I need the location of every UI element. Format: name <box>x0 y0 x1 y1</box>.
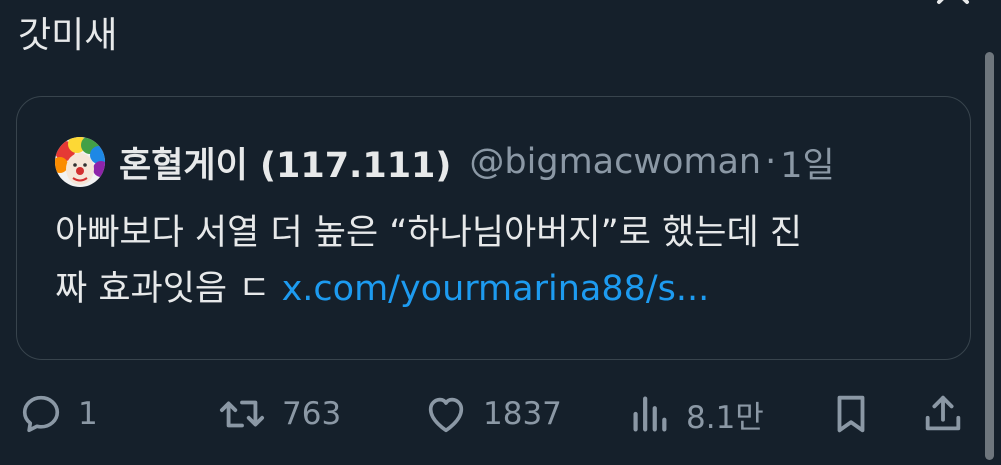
heart-icon <box>428 397 464 433</box>
reply-bubble-icon <box>22 395 60 433</box>
bookmark-icon <box>837 395 865 433</box>
tweet-action-bar: 1 763 1837 8.1만 <box>0 384 1001 444</box>
retweet-button[interactable]: 763 <box>216 384 341 444</box>
quoted-tweet-header: 혼혈게이 (117.111) @bigmacwoman · 1일 <box>55 135 835 189</box>
quoted-tweet-body: 아빠보다 서열 더 높은 “하나님아버지”로 했는데 진 짜 효과잇음 ㄷ x.… <box>55 205 955 317</box>
quoted-author-handle[interactable]: @bigmacwoman <box>469 142 761 182</box>
scrollbar[interactable] <box>985 52 994 460</box>
views-count: 8.1만 <box>686 399 764 436</box>
bar-chart-icon <box>633 396 667 432</box>
views-button[interactable]: 8.1만 <box>626 384 764 444</box>
tweet-detail-view: 갓미새 혼혈게이 (117.111) @bigmacwoman · 1일 아빠보… <box>0 0 1001 465</box>
quoted-body-line-1: 아빠보다 서열 더 높은 “하나님아버지”로 했는데 진 <box>55 213 803 253</box>
quoted-author-name[interactable]: 혼혈게이 (117.111) <box>119 137 451 188</box>
avatar[interactable] <box>55 137 105 187</box>
share-icon <box>925 395 961 431</box>
like-button[interactable]: 1837 <box>423 384 562 444</box>
like-count: 1837 <box>483 396 562 432</box>
bookmark-button[interactable] <box>828 384 874 444</box>
quoted-tweet-link[interactable]: x.com/yourmarina88/s... <box>282 269 710 309</box>
share-button[interactable] <box>920 384 966 444</box>
quoted-body-line-2: 짜 효과잇음 ㄷ x.com/yourmarina88/s... <box>55 261 955 317</box>
tweet-text: 갓미새 <box>18 15 118 56</box>
retweet-count: 763 <box>282 396 342 432</box>
retweet-icon <box>219 400 265 428</box>
quoted-body-line-2-text: 짜 효과잇음 ㄷ <box>55 269 282 309</box>
reply-count: 1 <box>78 396 98 432</box>
separator-dot: · <box>765 142 777 182</box>
clown-avatar-icon <box>55 137 105 187</box>
reply-button[interactable]: 1 <box>18 384 98 444</box>
close-icon[interactable] <box>933 0 973 8</box>
quoted-tweet-time[interactable]: 1일 <box>780 137 834 188</box>
quoted-tweet-card[interactable]: 혼혈게이 (117.111) @bigmacwoman · 1일 아빠보다 서열… <box>16 96 971 360</box>
